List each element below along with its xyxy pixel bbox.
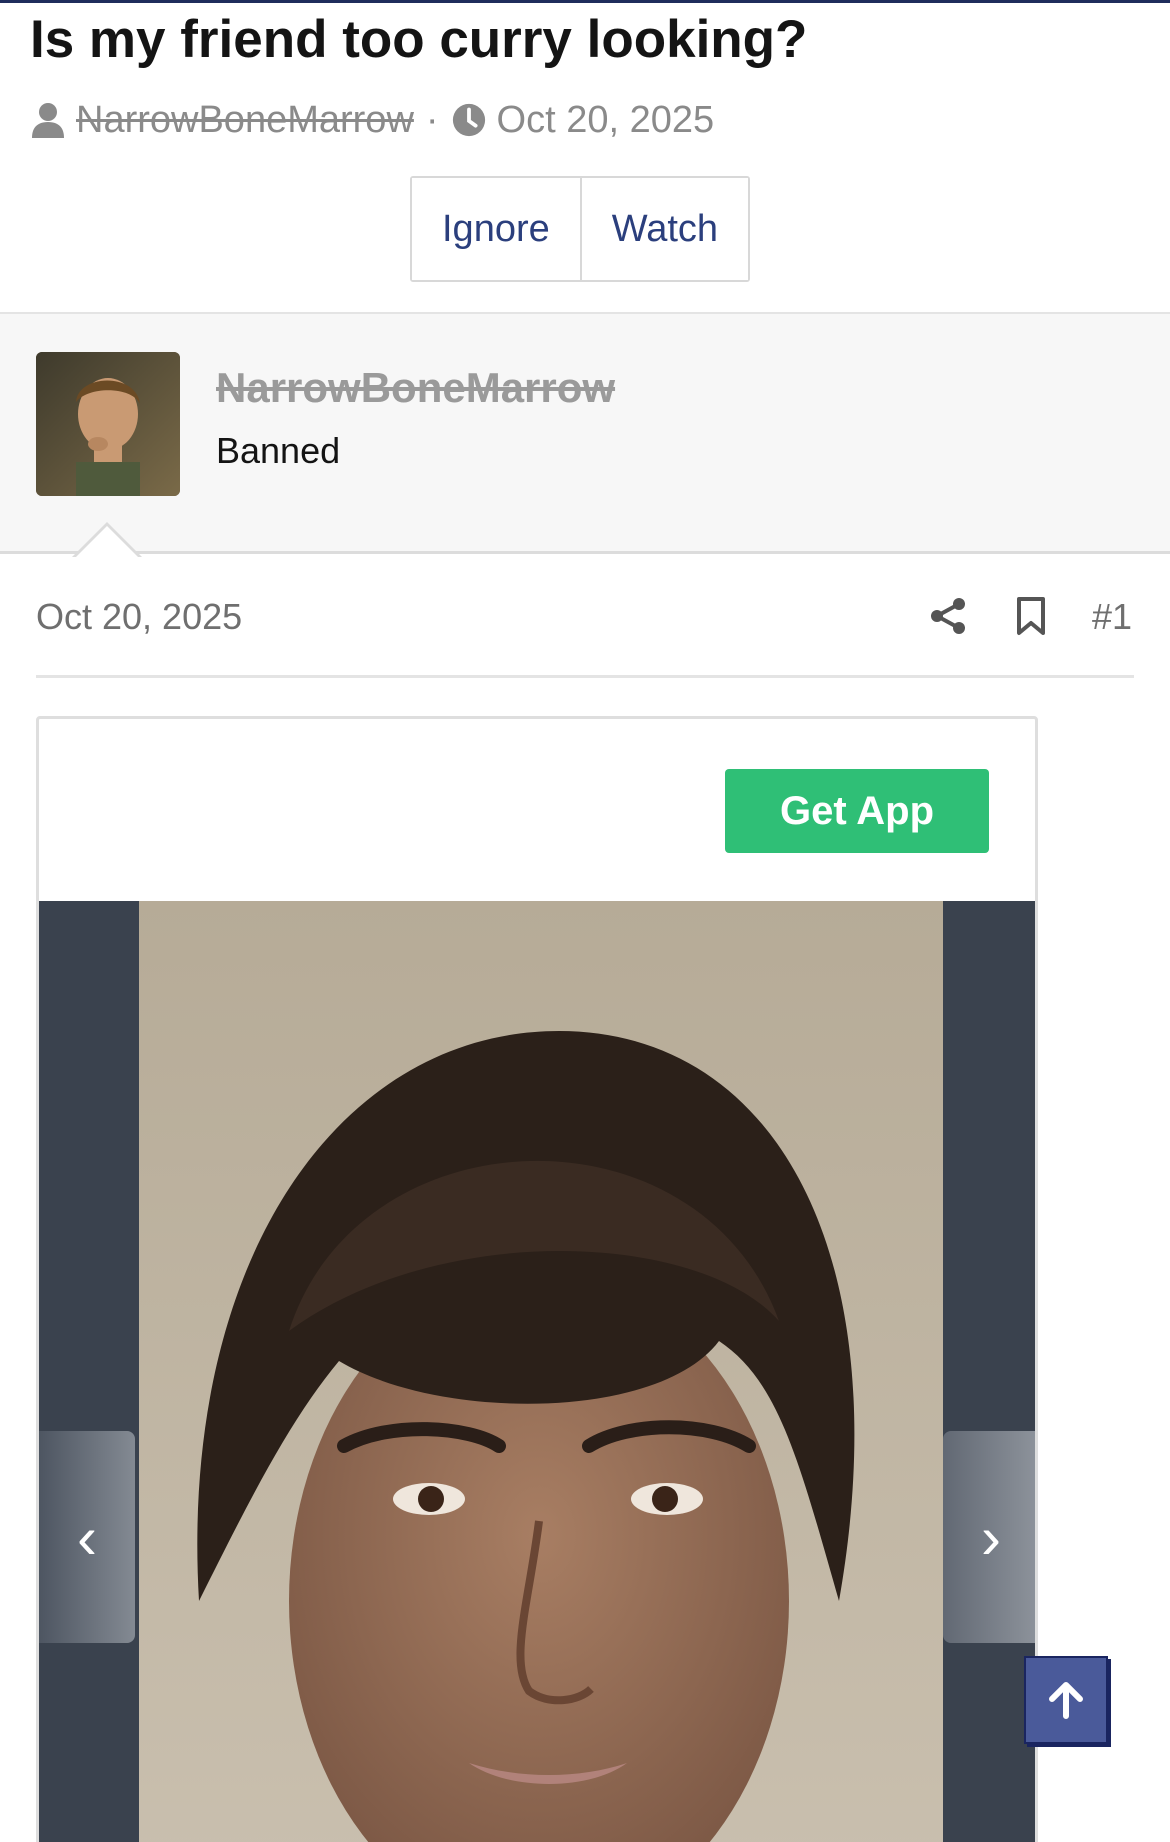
post-date-link[interactable]: Oct 20, 2025 (36, 596, 242, 638)
user-icon (32, 103, 64, 138)
image-gallery: ‹ › (39, 901, 1035, 1842)
meta-separator: · (425, 98, 439, 141)
thread-action-buttons: Ignore Watch (410, 176, 751, 282)
user-title-banned: Banned (216, 430, 341, 471)
share-icon[interactable] (928, 596, 968, 636)
chevron-right-icon: › (981, 1503, 1001, 1571)
avatar[interactable] (36, 352, 180, 496)
ignore-button[interactable]: Ignore (412, 178, 580, 280)
portrait-image (139, 901, 943, 1842)
thread-author-link[interactable]: NarrowBoneMarrow (76, 99, 414, 142)
scroll-to-top-button[interactable] (1024, 1656, 1108, 1744)
post-header: Oct 20, 2025 #1 (36, 582, 1134, 678)
thread-meta: NarrowBoneMarrow · Oct 20, 2025 (30, 96, 714, 144)
top-accent-rule (0, 0, 1170, 3)
post-number-link[interactable]: #1 (1092, 596, 1132, 638)
post-user-panel: NarrowBoneMarrow Banned (0, 314, 1170, 558)
gallery-photo[interactable] (139, 901, 943, 1842)
thread-date-link[interactable]: Oct 20, 2025 (497, 99, 715, 142)
clock-icon (452, 103, 485, 137)
arrow-up-icon (1049, 1682, 1083, 1719)
bookmark-icon[interactable] (1014, 596, 1048, 636)
watch-button[interactable]: Watch (579, 178, 749, 280)
thread-title: Is my friend too curry looking? (30, 10, 808, 69)
panel-caret (72, 522, 142, 558)
gallery-prev-button[interactable]: ‹ (39, 1431, 135, 1643)
embed-card: Get App ‹ › (36, 716, 1038, 1842)
post-username-link[interactable]: NarrowBoneMarrow (216, 364, 615, 412)
gallery-next-button[interactable]: › (943, 1431, 1035, 1643)
get-app-button[interactable]: Get App (725, 769, 989, 853)
chevron-left-icon: ‹ (77, 1503, 97, 1571)
avatar-image (36, 352, 180, 496)
